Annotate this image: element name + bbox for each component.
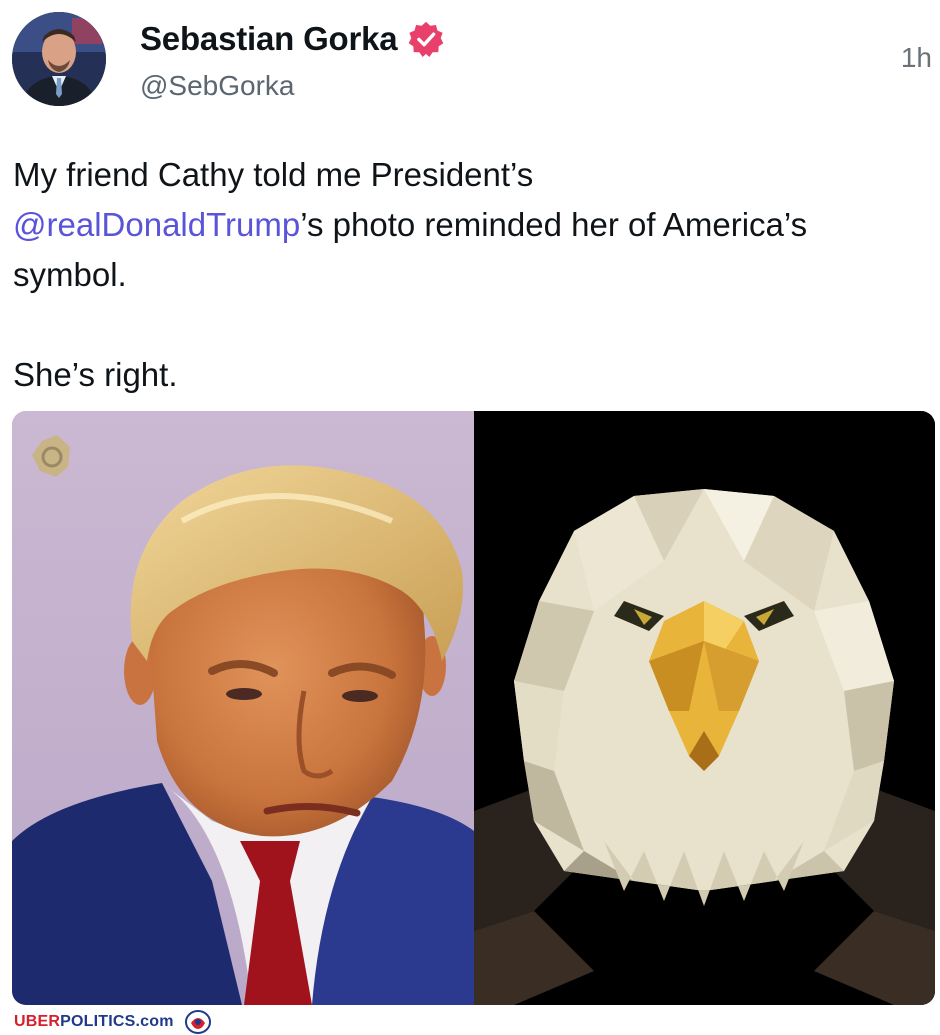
site-logo-icon xyxy=(184,1010,211,1034)
watermark-text: UBERPOLITICS.com xyxy=(14,1013,174,1030)
eagle-image[interactable] xyxy=(474,411,935,1005)
post-text-line: My friend Cathy told me President’s xyxy=(13,156,534,193)
mention-link[interactable]: @realDonaldTrump xyxy=(13,206,300,243)
post-text-line: symbol. xyxy=(13,256,127,293)
verified-badge-icon xyxy=(409,21,444,58)
post-text-line: She’s right. xyxy=(13,356,178,393)
author-avatar[interactable] xyxy=(12,12,106,106)
author-handle[interactable]: @SebGorka xyxy=(140,70,295,102)
post-card[interactable]: Sebastian Gorka @SebGorka 1h My friend C… xyxy=(0,0,940,1035)
mugshot-image[interactable] xyxy=(12,411,474,1005)
author-display-name[interactable]: Sebastian Gorka xyxy=(140,20,398,58)
post-body: My friend Cathy told me President’s @rea… xyxy=(13,150,928,400)
site-watermark: UBERPOLITICS.com xyxy=(14,1008,212,1035)
post-timestamp[interactable]: 1h xyxy=(901,42,932,74)
post-text-line: @realDonaldTrump’s photo reminded her of… xyxy=(13,200,928,250)
post-text-fragment: ’s photo reminded her of America’s xyxy=(300,206,808,243)
post-media[interactable] xyxy=(12,411,935,1005)
